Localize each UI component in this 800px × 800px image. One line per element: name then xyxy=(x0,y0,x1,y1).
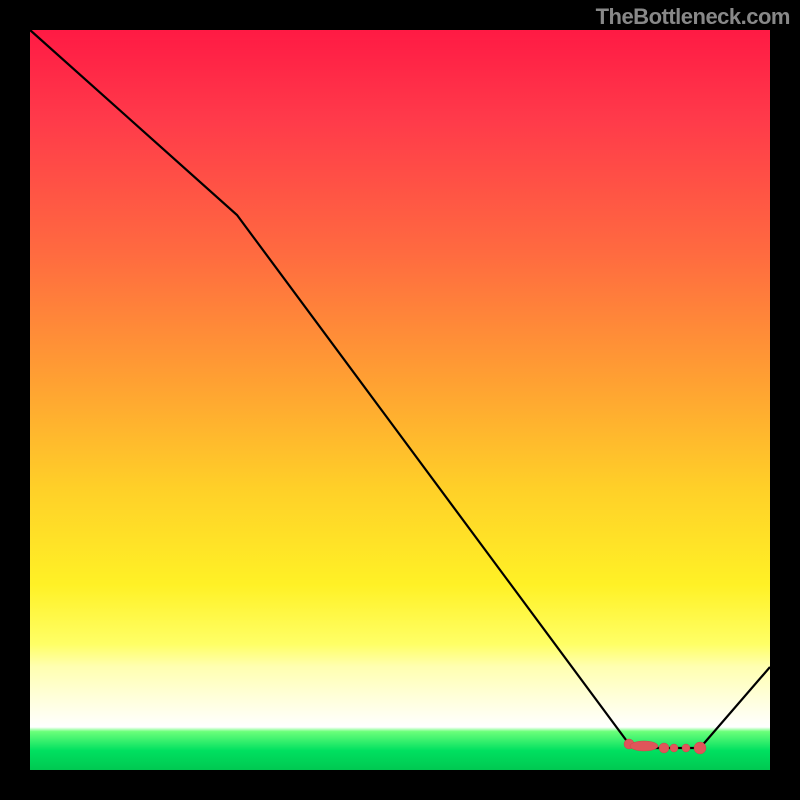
marker-dot xyxy=(670,744,678,752)
marker-dot xyxy=(659,743,669,753)
marker-dot xyxy=(682,744,690,752)
marker-blob xyxy=(630,741,658,751)
bottleneck-curve-line xyxy=(30,30,770,748)
chart-frame: TheBottleneck.com xyxy=(0,0,800,800)
plot-area xyxy=(30,30,770,770)
optimum-marker-group xyxy=(624,739,706,754)
chart-overlay xyxy=(30,30,770,770)
marker-dot xyxy=(694,742,706,754)
attribution-text: TheBottleneck.com xyxy=(596,4,790,30)
